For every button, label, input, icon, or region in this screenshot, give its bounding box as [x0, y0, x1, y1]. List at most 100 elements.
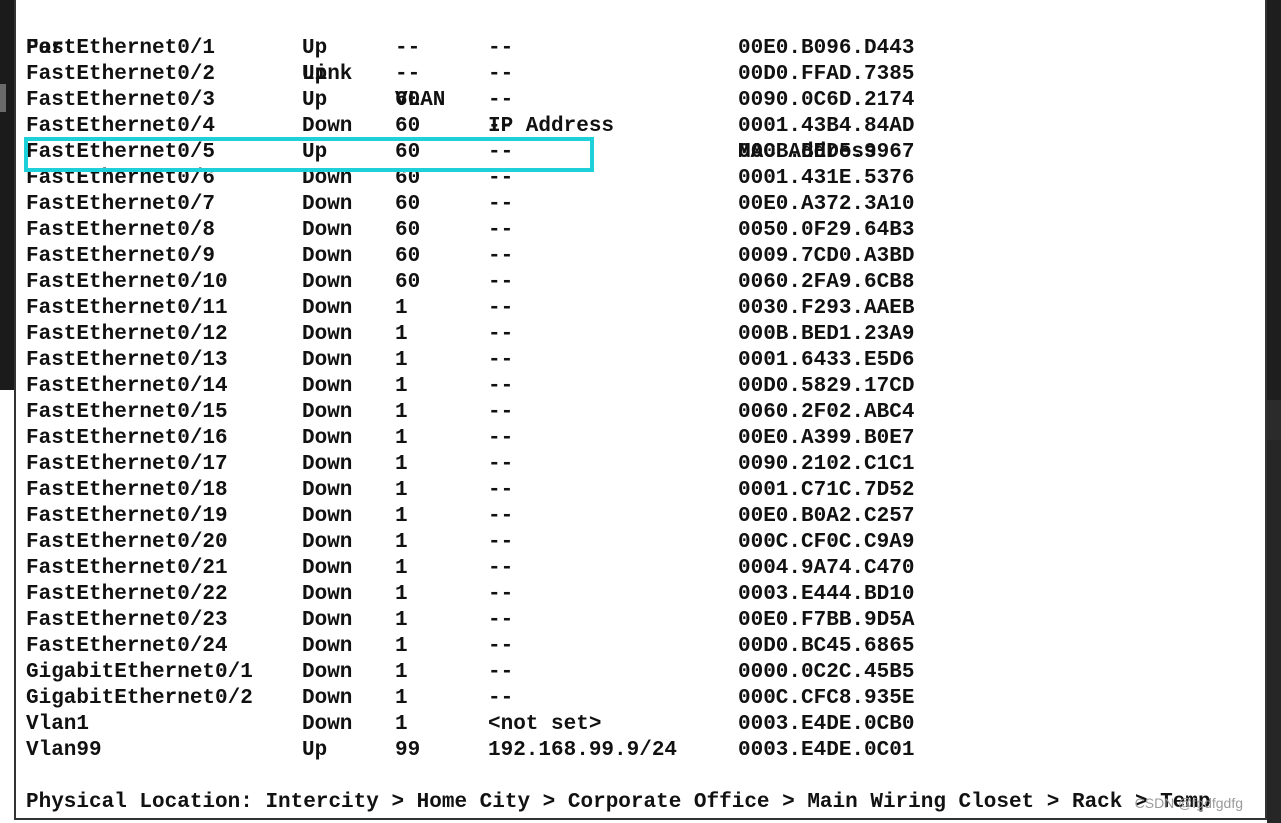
- cell-port: FastEthernet0/11: [26, 297, 228, 320]
- cell-link: Down: [302, 713, 353, 736]
- cell-vlan: 60: [395, 141, 421, 164]
- cell-port: FastEthernet0/4: [26, 115, 216, 138]
- cell-ip-address: --: [488, 661, 514, 684]
- cell-vlan: 60: [395, 115, 421, 138]
- cell-port: FastEthernet0/12: [26, 323, 228, 346]
- cell-port: FastEthernet0/22: [26, 583, 228, 606]
- cell-vlan: 1: [395, 713, 408, 736]
- cell-ip-address: --: [488, 687, 514, 710]
- cell-vlan: 1: [395, 479, 408, 502]
- cell-ip-address: --: [488, 479, 514, 502]
- cell-mac-address: 0003.E444.BD10: [738, 583, 915, 606]
- cell-link: Down: [302, 297, 353, 320]
- cell-ip-address: --: [488, 401, 514, 424]
- cell-mac-address: 000C.CFC8.935E: [738, 687, 915, 710]
- cell-mac-address: 0009.7CD0.A3BD: [738, 245, 915, 268]
- cell-vlan: 1: [395, 531, 408, 554]
- cell-vlan: 1: [395, 635, 408, 658]
- cell-ip-address: --: [488, 583, 514, 606]
- cell-ip-address: --: [488, 193, 514, 216]
- cell-port: FastEthernet0/10: [26, 271, 228, 294]
- cell-mac-address: 0003.E4DE.0C01: [738, 739, 915, 762]
- cell-mac-address: 00E0.F7BB.9D5A: [738, 609, 915, 632]
- cell-port: FastEthernet0/1: [26, 37, 216, 60]
- cell-mac-address: 00D0.5829.17CD: [738, 375, 915, 398]
- table-header-row: Port Link VLAN IP Address MAC Address: [26, 10, 877, 164]
- cell-port: Vlan99: [26, 739, 102, 762]
- cell-ip-address: --: [488, 609, 514, 632]
- cell-port: FastEthernet0/7: [26, 193, 216, 216]
- cell-ip-address: --: [488, 349, 514, 372]
- cell-link: Up: [302, 141, 328, 164]
- cell-vlan: 1: [395, 427, 408, 450]
- cell-port: FastEthernet0/17: [26, 453, 228, 476]
- cell-link: Down: [302, 271, 353, 294]
- cell-mac-address: 00E0.B096.D443: [738, 37, 915, 60]
- cell-port: FastEthernet0/9: [26, 245, 216, 268]
- cell-ip-address: --: [488, 505, 514, 528]
- background-area-left: [0, 390, 14, 823]
- cell-mac-address: 0090.0C6D.2174: [738, 89, 915, 112]
- background-window-left: [0, 0, 14, 390]
- cell-port: FastEthernet0/5: [26, 141, 216, 164]
- cell-port: GigabitEthernet0/2: [26, 687, 253, 710]
- cell-port: Vlan1: [26, 713, 90, 736]
- cell-mac-address: 000B.BED5.9967: [738, 141, 915, 164]
- cell-port: FastEthernet0/20: [26, 531, 228, 554]
- cell-mac-address: 0030.F293.AAEB: [738, 297, 915, 320]
- cell-link: Up: [302, 63, 328, 86]
- cell-port: FastEthernet0/24: [26, 635, 228, 658]
- cell-link: Up: [302, 739, 328, 762]
- cell-mac-address: 0003.E4DE.0CB0: [738, 713, 915, 736]
- cell-vlan: 1: [395, 453, 408, 476]
- cell-port: FastEthernet0/13: [26, 349, 228, 372]
- cell-vlan: 1: [395, 609, 408, 632]
- cell-link: Down: [302, 583, 353, 606]
- cell-ip-address: --: [488, 37, 514, 60]
- cell-mac-address: 00D0.FFAD.7385: [738, 63, 915, 86]
- cell-vlan: 1: [395, 297, 408, 320]
- cell-port: FastEthernet0/6: [26, 167, 216, 190]
- cell-vlan: 1: [395, 505, 408, 528]
- cell-mac-address: 0001.6433.E5D6: [738, 349, 915, 372]
- cell-ip-address: --: [488, 115, 514, 138]
- cell-vlan: --: [395, 37, 421, 60]
- cell-link: Down: [302, 219, 353, 242]
- cell-ip-address: --: [488, 141, 514, 164]
- cell-link: Down: [302, 479, 353, 502]
- cell-ip-address: --: [488, 271, 514, 294]
- cell-link: Up: [302, 37, 328, 60]
- cell-vlan: 1: [395, 557, 408, 580]
- cell-vlan: 60: [395, 271, 421, 294]
- cell-mac-address: 0050.0F29.64B3: [738, 219, 915, 242]
- cell-port: FastEthernet0/16: [26, 427, 228, 450]
- cell-ip-address: --: [488, 375, 514, 398]
- cell-mac-address: 0001.43B4.84AD: [738, 115, 915, 138]
- cell-mac-address: 00E0.B0A2.C257: [738, 505, 915, 528]
- cell-ip-address: --: [488, 167, 514, 190]
- cell-port: FastEthernet0/3: [26, 89, 216, 112]
- background-window-edge: [0, 84, 6, 112]
- cell-port: FastEthernet0/19: [26, 505, 228, 528]
- cell-vlan: 60: [395, 219, 421, 242]
- cell-link: Down: [302, 661, 353, 684]
- cell-link: Down: [302, 609, 353, 632]
- cell-ip-address: --: [488, 323, 514, 346]
- cell-vlan: 60: [395, 167, 421, 190]
- cell-ip-address: --: [488, 245, 514, 268]
- cell-link: Down: [302, 245, 353, 268]
- cell-vlan: --: [395, 63, 421, 86]
- cell-ip-address: --: [488, 453, 514, 476]
- cell-link: Down: [302, 323, 353, 346]
- physical-location: Physical Location: Intercity > Home City…: [26, 791, 1211, 814]
- cell-vlan: 1: [395, 349, 408, 372]
- cell-link: Down: [302, 557, 353, 580]
- cell-mac-address: 00E0.A399.B0E7: [738, 427, 915, 450]
- cell-vlan: 60: [395, 89, 421, 112]
- cell-link: Down: [302, 635, 353, 658]
- cell-mac-address: 0060.2FA9.6CB8: [738, 271, 915, 294]
- watermark: CSDN @fgdfgdfg: [1134, 795, 1243, 811]
- cell-link: Down: [302, 349, 353, 372]
- cell-link: Down: [302, 687, 353, 710]
- cell-ip-address: --: [488, 557, 514, 580]
